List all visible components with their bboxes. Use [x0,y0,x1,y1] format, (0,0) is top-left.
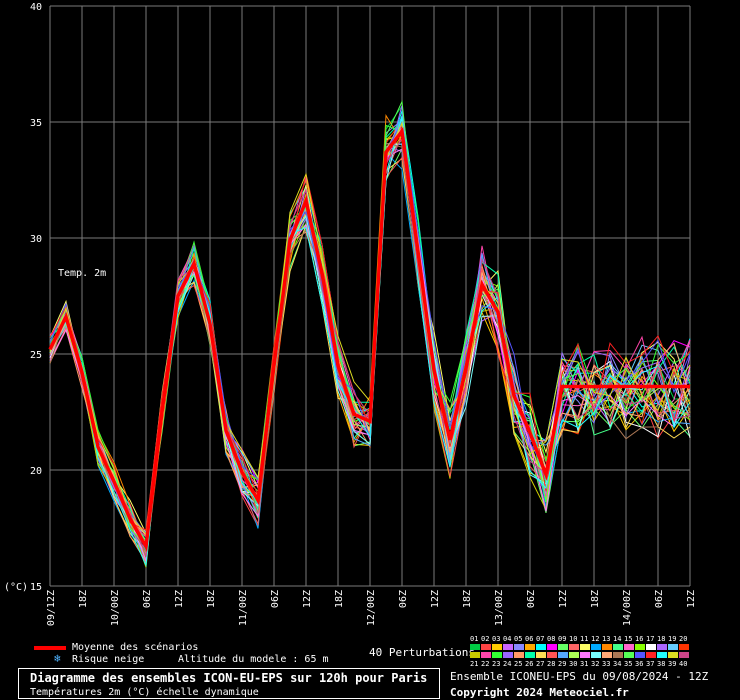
x-tick-label: 12/00Z [366,590,377,626]
copyright: Copyright 2024 Meteociel.fr [450,686,629,699]
x-tick-label: 18Z [78,590,89,608]
x-tick-label: 18Z [334,590,345,608]
x-tick-label: 12Z [686,590,697,608]
x-tick-label: 06Z [398,590,409,608]
legend-mean-swatch [34,646,66,650]
x-tick-label: 06Z [142,590,153,608]
series-label: Temp. 2m [58,268,106,279]
perturbations-label: 40 Perturbations [369,646,475,659]
snowflake-icon: ❄ [54,652,61,665]
ensemble-temperature-chart: 40 35 30 25 20 15 09/12Z 18Z 10/00Z 06Z 12Z 18Z 11/0… [4,2,697,626]
legend-snow-label: Risque neige [72,654,145,665]
x-tick-label: 12Z [430,590,441,608]
y-tick-label: 15 [30,582,42,593]
footer-subtitle: Températures 2m (°C) échelle dynamique [30,687,259,698]
y-axis-unit: (°C) [4,582,28,593]
x-tick-label: 13/00Z [494,590,505,626]
y-tick-label: 35 [30,118,42,129]
x-tick-label: 11/00Z [238,590,249,626]
footer-title: Diagramme des ensembles ICON-EU-EPS sur … [30,671,428,685]
x-tick-label: 10/00Z [110,590,121,626]
x-tick-label: 12Z [558,590,569,608]
x-tick-label: 06Z [270,590,281,608]
y-tick-label: 20 [30,466,42,477]
x-tick-label: 06Z [526,590,537,608]
altitude-label: Altitude du modele : 65 m [178,654,329,665]
x-tick-label: 06Z [654,590,665,608]
footer-title-box: Diagramme des ensembles ICON-EU-EPS sur … [18,668,440,699]
x-tick-label: 18Z [206,590,217,608]
x-tick-label: 18Z [462,590,473,608]
y-tick-label: 30 [30,234,42,245]
y-tick-label: 25 [30,350,42,361]
x-tick-label: 09/12Z [46,590,57,626]
legend-mean-label: Moyenne des scénarios [72,642,199,653]
source-line: Ensemble ICONEU-EPS du 09/08/2024 - 12Z [450,670,709,683]
x-tick-label: 12Z [174,590,185,608]
y-tick-label: 40 [30,2,42,13]
x-tick-label: 18Z [590,590,601,608]
x-tick-label: 14/00Z [622,590,633,626]
x-tick-label: 12Z [302,590,313,608]
